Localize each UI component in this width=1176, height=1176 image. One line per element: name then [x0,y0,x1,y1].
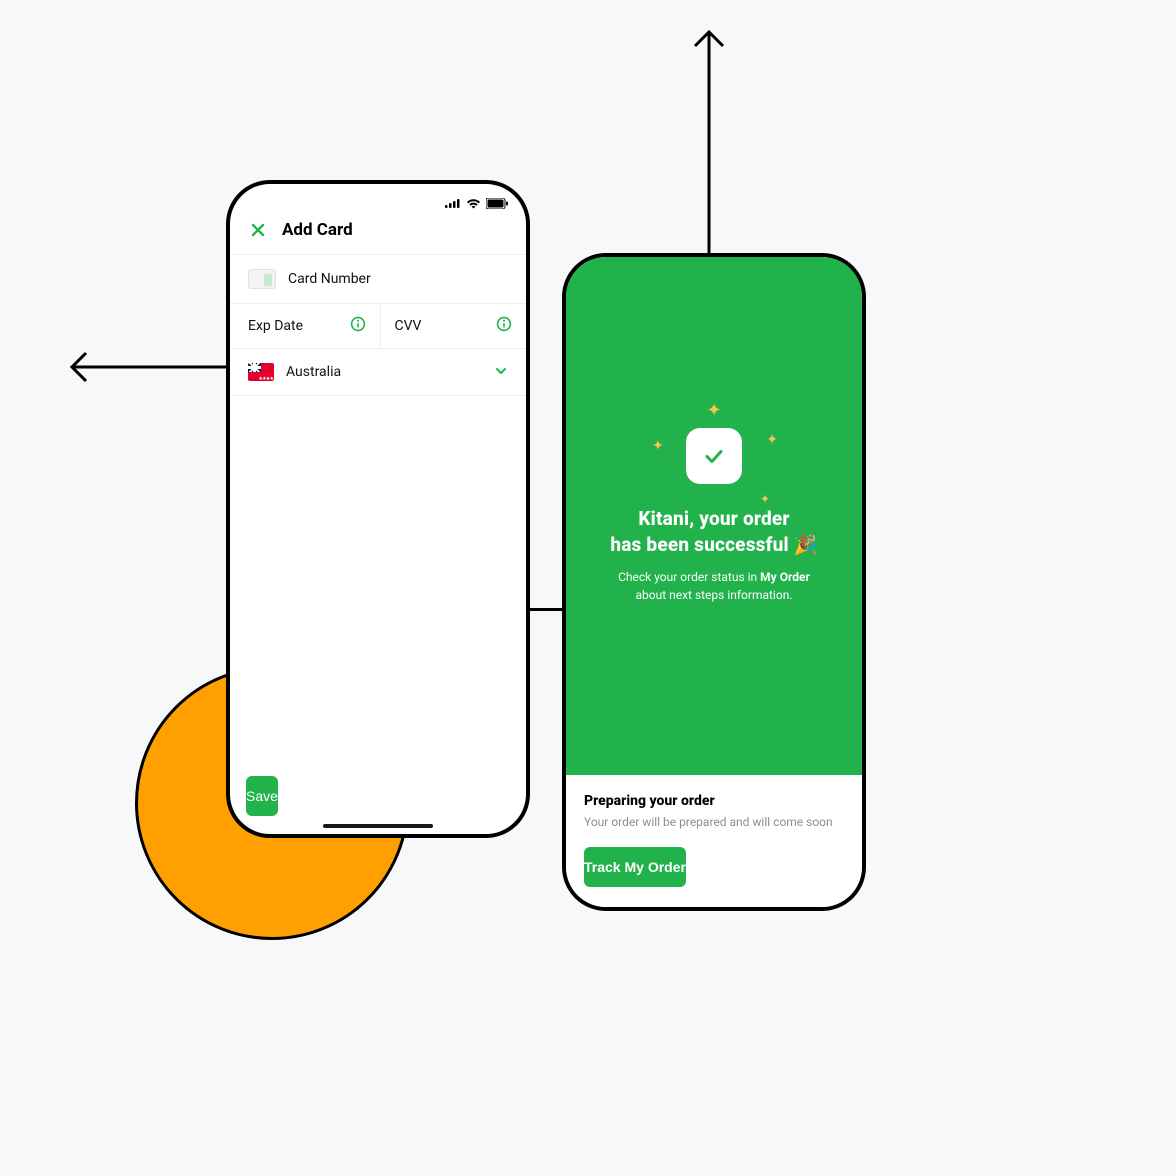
signal-icon [445,198,461,208]
status-bar [230,184,526,216]
screen-title: Add Card [282,220,353,240]
card-number-field[interactable]: Card Number [230,255,526,304]
success-panel: ✦ ✦ ✦ ✦ Kitani, your order has been succ… [566,257,862,775]
country-select[interactable]: Australia [230,349,526,396]
phone-add-card: Add Card Card Number Exp Date CVV Austra… [226,180,530,838]
save-button[interactable]: Save [246,776,278,816]
arrow-left-icon [60,350,230,384]
track-order-button[interactable]: Track My Order [584,847,686,887]
country-selected-value: Australia [286,364,341,380]
success-check-icon: ✦ ✦ ✦ ✦ [686,428,742,484]
cvv-placeholder: CVV [395,318,422,334]
info-icon[interactable] [350,316,366,336]
info-icon[interactable] [496,316,512,336]
preparing-heading: Preparing your order [584,793,844,809]
preparing-subtitle: Your order will be prepared and will com… [584,815,844,829]
wifi-icon [466,198,481,209]
exp-date-placeholder: Exp Date [248,318,303,334]
success-subtitle: Check your order status in My Order abou… [618,568,810,604]
connector-line [530,608,562,611]
card-number-placeholder: Card Number [288,271,371,287]
exp-date-field[interactable]: Exp Date [230,304,380,349]
cvv-field[interactable]: CVV [380,304,527,349]
arrow-up-icon [692,20,726,256]
chevron-down-icon [494,363,508,382]
home-indicator [323,824,433,828]
flag-au-icon [248,363,274,381]
success-title: Kitani, your order has been successful 🎉 [610,506,817,557]
card-icon [248,269,276,289]
battery-icon [486,198,508,209]
phone-order-success: ✦ ✦ ✦ ✦ Kitani, your order has been succ… [562,253,866,911]
close-icon[interactable] [248,220,268,240]
